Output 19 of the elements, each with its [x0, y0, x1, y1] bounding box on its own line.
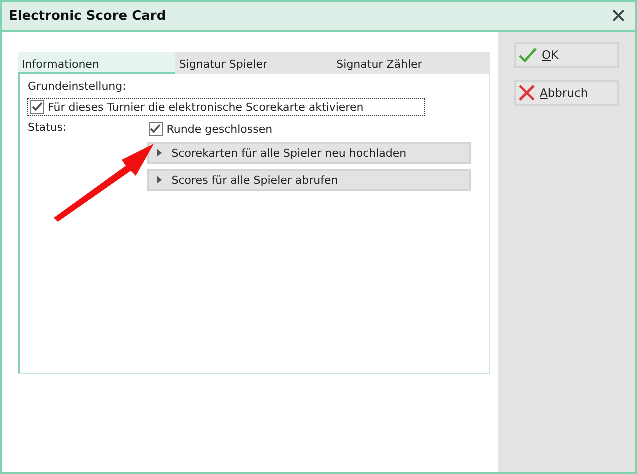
ok-button[interactable]: OK	[514, 42, 619, 68]
cancel-button[interactable]: Abbruch	[514, 80, 619, 106]
close-button[interactable]: ✕	[606, 4, 631, 28]
check-icon	[150, 124, 162, 134]
action-button[interactable]: Scores für alle Spieler abrufen	[146, 169, 471, 191]
tab[interactable]: Signatur Spieler	[175, 52, 333, 74]
tab[interactable]: Signatur Zähler	[332, 52, 490, 74]
window-title: Electronic Score Card	[9, 8, 166, 24]
check-icon	[32, 102, 42, 112]
expand-triangle-icon	[156, 149, 162, 157]
close-icon	[519, 85, 535, 101]
status-label: Status:	[28, 121, 67, 134]
expand-triangle-icon	[156, 176, 162, 184]
section-label: Grundeinstellung:	[28, 80, 128, 93]
checkmark-icon	[519, 48, 537, 62]
tab[interactable]: Informationen	[18, 52, 176, 74]
round-closed-checkbox[interactable]: Runde geschlossen	[146, 121, 275, 137]
activate-checkbox[interactable]: Für dieses Turnier die elektronische Scorekarte aktivieren	[28, 99, 424, 115]
action-button[interactable]: Scorekarten für alle Spieler neu hochladen	[146, 142, 471, 164]
